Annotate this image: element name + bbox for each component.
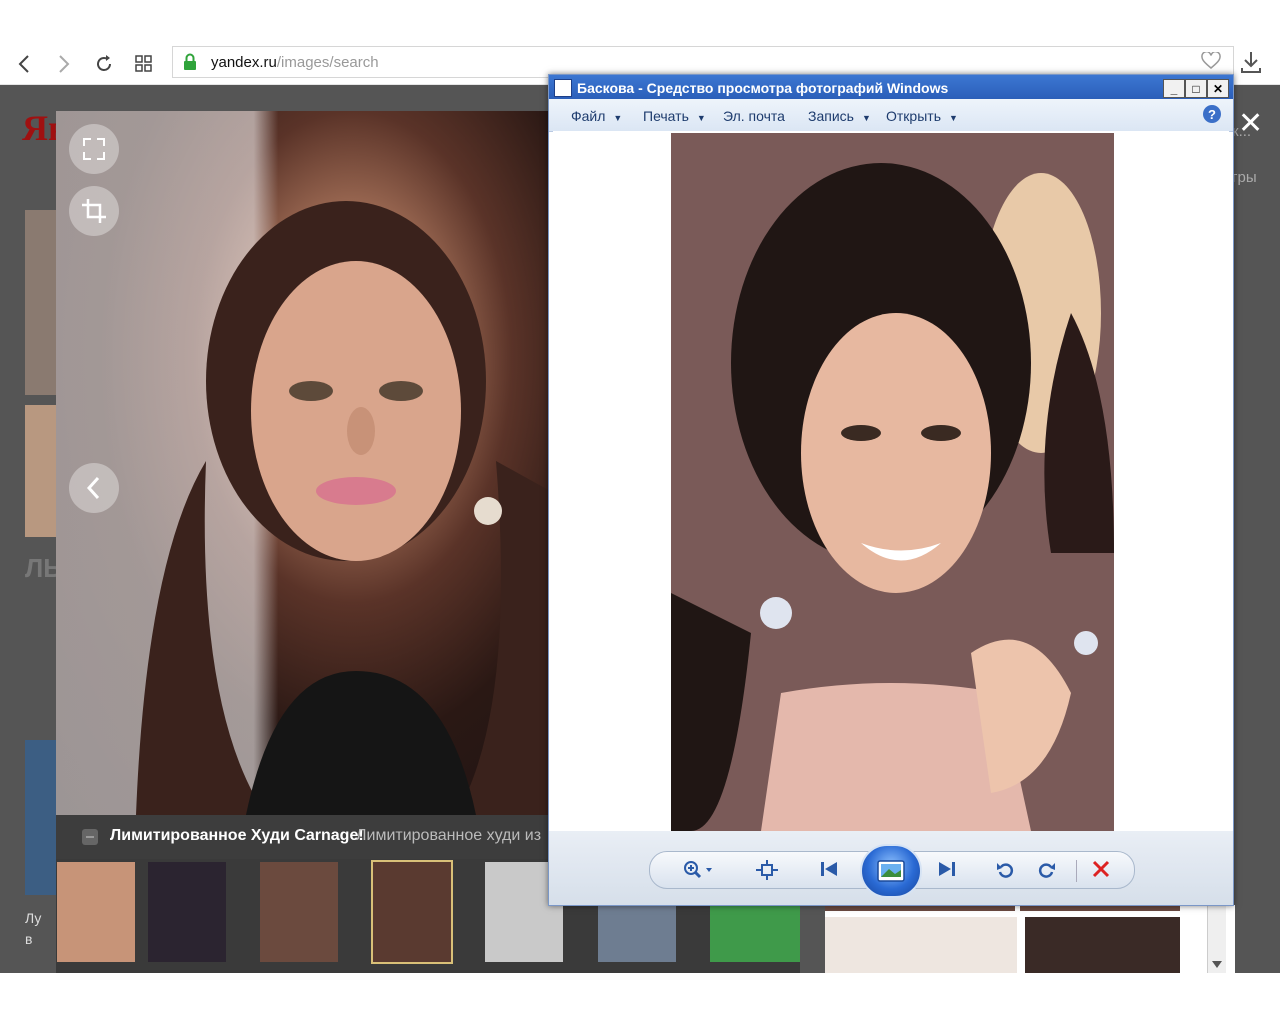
controls-separator <box>1076 860 1077 882</box>
menu-print[interactable]: Печать ▼ <box>643 108 706 124</box>
source-icon <box>82 829 98 845</box>
forward-icon[interactable] <box>50 50 78 78</box>
lock-icon <box>183 53 197 76</box>
thumbnail-4[interactable] <box>371 860 453 964</box>
page-scrollbar[interactable] <box>1207 905 1226 973</box>
thumbnail-1[interactable] <box>57 862 135 962</box>
thumbnail-2[interactable] <box>148 862 226 962</box>
result-image-left-2[interactable] <box>25 405 57 537</box>
scroll-down-icon[interactable] <box>1212 961 1222 969</box>
dropdown-arrow-icon: ▼ <box>948 113 958 123</box>
menu-file[interactable]: Файл ▼ <box>571 108 622 124</box>
menu-open-label: Открыть <box>886 108 941 124</box>
slideshow-icon <box>877 860 905 882</box>
actual-size-icon[interactable] <box>756 860 778 880</box>
result-snippet-3: в <box>25 931 33 947</box>
menu-file-label: Файл <box>571 108 606 124</box>
help-icon[interactable]: ? <box>1203 105 1221 123</box>
results-grid-partial <box>825 905 1235 973</box>
caption-description: Лимитированное худи из <box>356 827 542 844</box>
heart-icon[interactable] <box>1201 50 1221 75</box>
viewed-photo-image <box>671 133 1114 831</box>
expand-icon <box>83 138 105 160</box>
tabs-grid-icon[interactable] <box>130 50 158 78</box>
photo-viewer-title: Баскова - Средство просмотра фотографий … <box>577 80 949 96</box>
photo-viewer-controls <box>549 831 1233 905</box>
close-viewer-icon[interactable]: ✕ <box>1238 106 1263 141</box>
crop-button[interactable] <box>69 186 119 236</box>
download-icon[interactable] <box>1240 50 1262 79</box>
next-icon <box>939 862 955 876</box>
bottom-blank <box>0 973 1280 1024</box>
right-snippet-2: гры <box>1232 169 1257 186</box>
crop-icon <box>82 199 106 223</box>
result-snippet-2: Лу <box>25 910 42 926</box>
url-path: /images/search <box>276 54 379 71</box>
minimize-button[interactable]: _ <box>1163 79 1185 98</box>
result-image-left-3[interactable] <box>25 740 57 895</box>
rotate-left-icon[interactable] <box>996 860 1016 880</box>
menu-email-label: Эл. почта <box>723 108 785 124</box>
dropdown-arrow-icon: ▼ <box>613 113 623 123</box>
large-image-viewer[interactable] <box>56 111 550 815</box>
back-icon[interactable] <box>10 50 38 78</box>
result-image-bottom-1[interactable] <box>825 917 1017 973</box>
maximize-button[interactable]: □ <box>1185 79 1207 98</box>
previous-icon <box>821 862 837 876</box>
photo-viewer-menubar: Файл ▼ Печать ▼ Эл. почта Запись ▼ Открыть ▼… <box>549 99 1233 132</box>
photo-viewer-titlebar[interactable]: Баскова - Средство просмотра фотографий … <box>549 75 1233 99</box>
menu-burn-label: Запись <box>808 108 854 124</box>
dropdown-arrow-icon: ▼ <box>696 113 706 123</box>
menu-open[interactable]: Открыть ▼ <box>886 108 958 124</box>
top-blank <box>0 0 1280 44</box>
delete-icon[interactable] <box>1092 860 1110 878</box>
portrait-image <box>136 201 550 815</box>
viewed-photo[interactable] <box>671 133 1114 831</box>
menu-email[interactable]: Эл. почта <box>723 108 785 124</box>
photo-viewer-app-icon <box>554 79 572 97</box>
photo-canvas <box>553 131 1229 831</box>
url-host: yandex.ru <box>211 54 277 71</box>
result-image-bottom-2[interactable] <box>1025 917 1180 973</box>
url-text[interactable]: yandex.ru/images/search <box>211 54 379 71</box>
prev-image-button[interactable] <box>69 463 119 513</box>
chevron-left-icon <box>86 476 100 500</box>
rotate-right-icon[interactable] <box>1036 860 1056 880</box>
slideshow-button[interactable] <box>860 844 922 898</box>
controls-pill <box>649 844 1135 898</box>
image-caption[interactable]: Лимитированное Худи Carnage! Лимитирован… <box>56 815 550 859</box>
caption-title[interactable]: Лимитированное Худи Carnage! <box>110 827 364 845</box>
fullscreen-button[interactable] <box>69 124 119 174</box>
next-button[interactable] <box>936 858 958 880</box>
menu-burn[interactable]: Запись ▼ <box>808 108 871 124</box>
zoom-icon[interactable] <box>682 860 716 880</box>
windows-photo-viewer: Баскова - Средство просмотра фотографий … <box>548 74 1234 906</box>
thumbnail-3[interactable] <box>260 862 338 962</box>
dropdown-arrow-icon: ▼ <box>861 113 871 123</box>
close-window-button[interactable]: ✕ <box>1207 79 1229 98</box>
result-image-left-1[interactable] <box>25 210 57 395</box>
menu-print-label: Печать <box>643 108 689 124</box>
previous-button[interactable] <box>818 858 840 880</box>
reload-icon[interactable] <box>90 50 118 78</box>
